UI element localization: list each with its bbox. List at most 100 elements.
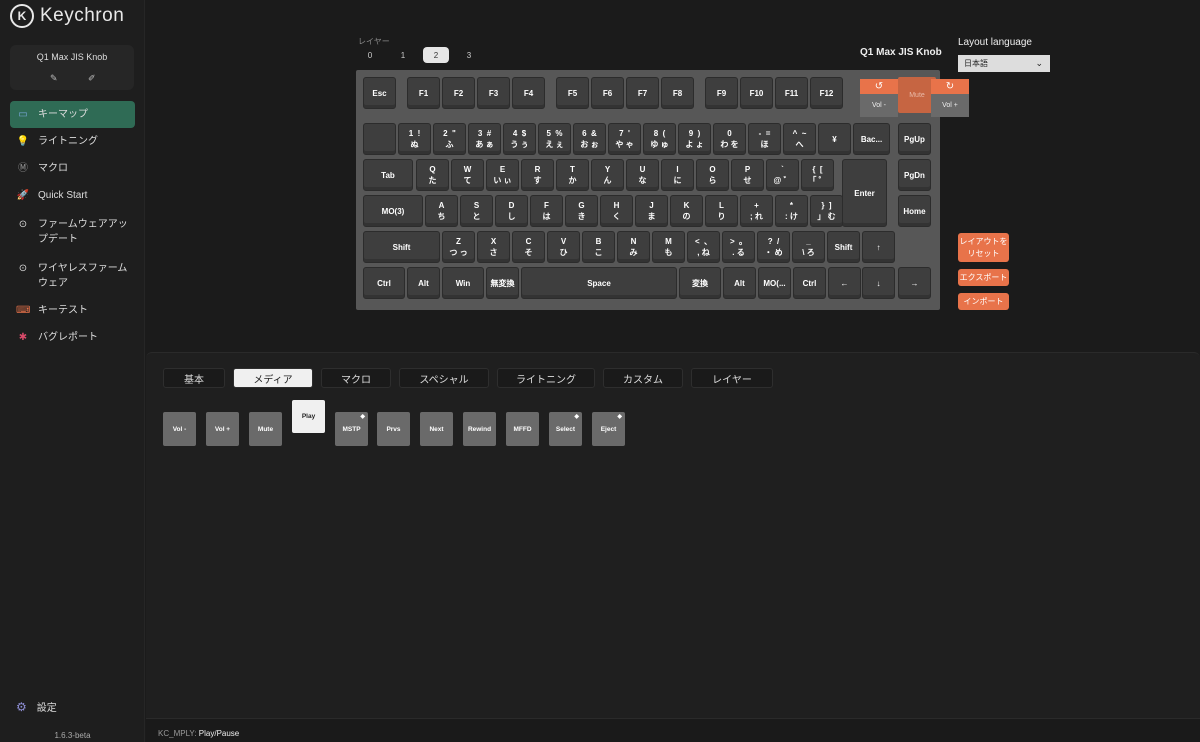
key-r2-14[interactable]: PgDn [898,159,931,191]
key-r1-7[interactable]: 7 ' や ゃ [608,123,641,155]
import-button[interactable]: インポート [958,293,1009,310]
key-r1-13[interactable]: ¥ [818,123,851,155]
sidebar-item-2[interactable]: Ⓜ マクロ [10,155,135,182]
key-r3-13[interactable]: Home [898,195,931,227]
key-r0-1[interactable]: F1 [407,77,440,109]
knob-ccw[interactable]: ↺ Vol - [860,79,898,117]
tab-0[interactable]: 基本 [163,368,225,388]
key-r3-8[interactable]: K の [670,195,703,227]
key-r1-6[interactable]: 6 & お ぉ [573,123,606,155]
key-r2-12[interactable]: { [ 「 ゜ [801,159,834,191]
key-r4-3[interactable]: C そ [512,231,545,263]
tab-1[interactable]: メディア [233,368,313,388]
key-r3-12[interactable]: } ] 」 む [810,195,843,227]
key-r4-4[interactable]: V ひ [547,231,580,263]
sidebar-item-7[interactable]: ✱ バグレポート [10,324,135,351]
key-r4-8[interactable]: < 、 , ね [687,231,720,263]
key-r2-0[interactable]: Tab [363,159,413,191]
key-r4-5[interactable]: B こ [582,231,615,263]
key-r0-6[interactable]: F6 [591,77,624,109]
media-key-mstp[interactable]: MSTP ◆ [335,412,368,446]
edit-pencil-icon[interactable]: ✐ [88,73,96,84]
key-r4-2[interactable]: X さ [477,231,510,263]
key-r3-2[interactable]: S と [460,195,493,227]
sidebar-item-0[interactable]: ▭ キーマップ [10,101,135,128]
media-key-rewind[interactable]: Rewind [463,412,496,446]
key-r5-3[interactable]: 無変換 [486,267,519,299]
key-r3-10[interactable]: + ; れ [740,195,773,227]
key-r1-0[interactable] [363,123,396,155]
key-r1-8[interactable]: 8 ( ゆ ゅ [643,123,676,155]
key-r1-1[interactable]: 1 ! ぬ [398,123,431,155]
export-button[interactable]: エクスポート [958,269,1009,286]
reset-layout-button[interactable]: レイアウトを リセット [958,233,1009,262]
key-r1-4[interactable]: 4 $ う ぅ [503,123,536,155]
key-r2-6[interactable]: Y ん [591,159,624,191]
key-r4-10[interactable]: ? / ・ め [757,231,790,263]
key-r5-2[interactable]: Win [442,267,484,299]
key-r1-10[interactable]: 0 わ を [713,123,746,155]
key-r1-11[interactable]: - = ほ [748,123,781,155]
key-r2-1[interactable]: Q た [416,159,449,191]
key-r5-0[interactable]: Ctrl [363,267,405,299]
key-r5-10[interactable]: ↓ [862,267,895,299]
media-key-next[interactable]: Next [420,412,453,446]
key-r0-7[interactable]: F7 [626,77,659,109]
key-r4-1[interactable]: Z つ っ [442,231,475,263]
key-r2-13[interactable]: Enter [842,159,887,227]
pencil-icon[interactable]: ✎ [50,73,58,84]
key-r1-12[interactable]: ^ ~ へ [783,123,816,155]
tab-4[interactable]: ライトニング [497,368,595,388]
key-r0-12[interactable]: F12 [810,77,843,109]
key-r5-5[interactable]: 変換 [679,267,721,299]
key-r4-0[interactable]: Shift [363,231,440,263]
key-r5-7[interactable]: MO(... [758,267,791,299]
key-r0-4[interactable]: F4 [512,77,545,109]
key-r3-4[interactable]: F は [530,195,563,227]
sidebar-item-5[interactable]: ⊙ ワイヤレスファームウェア [10,255,135,297]
media-key-mute[interactable]: Mute [249,412,282,446]
layer-button-0[interactable]: 0 [357,47,383,63]
key-r1-9[interactable]: 9 ) よ ょ [678,123,711,155]
sidebar-item-6[interactable]: ⌨ キーテスト [10,297,135,324]
key-r0-3[interactable]: F3 [477,77,510,109]
sidebar-item-1[interactable]: 💡 ライトニング [10,128,135,155]
key-r2-9[interactable]: O ら [696,159,729,191]
sidebar-item-4[interactable]: ⊙ ファームウェアアップデート [10,211,135,253]
key-r2-8[interactable]: I に [661,159,694,191]
key-r4-7[interactable]: M も [652,231,685,263]
media-key-eject[interactable]: Eject ◆ [592,412,625,446]
key-r1-14[interactable]: Bac... [853,123,890,155]
key-r2-3[interactable]: E い ぃ [486,159,519,191]
key-r3-9[interactable]: L り [705,195,738,227]
key-r3-7[interactable]: J ま [635,195,668,227]
media-key-select[interactable]: Select ◆ [549,412,582,446]
media-key-prvs[interactable]: Prvs [377,412,410,446]
key-r3-5[interactable]: G き [565,195,598,227]
key-r2-4[interactable]: R す [521,159,554,191]
key-r5-4[interactable]: Space [521,267,677,299]
key-r2-5[interactable]: T か [556,159,589,191]
media-key-vol[interactable]: Vol + [206,412,239,446]
key-r5-6[interactable]: Alt [723,267,756,299]
key-r1-15[interactable]: PgUp [898,123,931,155]
tab-3[interactable]: スペシャル [399,368,489,388]
tab-6[interactable]: レイヤー [691,368,773,388]
tab-5[interactable]: カスタム [603,368,683,388]
key-r3-1[interactable]: A ち [425,195,458,227]
key-r2-7[interactable]: U な [626,159,659,191]
key-r0-9[interactable]: F9 [705,77,738,109]
key-r4-6[interactable]: N み [617,231,650,263]
layer-button-2[interactable]: 2 [423,47,449,63]
key-r0-2[interactable]: F2 [442,77,475,109]
knob-cw[interactable]: ↻ Vol + [931,79,969,117]
key-r1-5[interactable]: 5 % え ぇ [538,123,571,155]
key-r0-0[interactable]: Esc [363,77,396,109]
key-r0-10[interactable]: F10 [740,77,773,109]
key-r2-11[interactable]: ` @ ゛ [766,159,799,191]
layout-language-select[interactable]: 日本語 ⌄ [958,55,1050,72]
media-key-play[interactable]: Play [292,400,325,433]
layer-button-3[interactable]: 3 [456,47,482,63]
key-r4-9[interactable]: > 。 . る [722,231,755,263]
key-r2-10[interactable]: P せ [731,159,764,191]
